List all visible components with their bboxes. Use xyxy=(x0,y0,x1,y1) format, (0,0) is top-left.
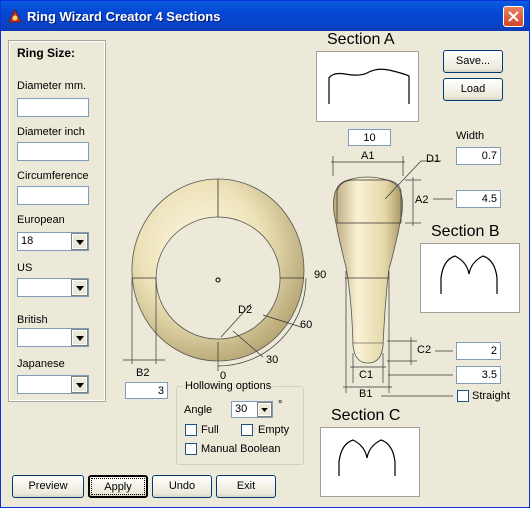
angle-label: Angle xyxy=(184,404,213,416)
angle-select[interactable]: 30 xyxy=(231,401,273,418)
b1-label: B1 xyxy=(359,388,373,400)
empty-label: Empty xyxy=(258,424,290,436)
section-c-title: Section C xyxy=(331,407,401,424)
d1-input[interactable] xyxy=(456,147,501,165)
section-c-curve xyxy=(338,439,396,476)
undo-button[interactable]: Undo xyxy=(152,475,212,498)
preview-button[interactable]: Preview xyxy=(12,475,84,498)
ring-wizard-window: Ring Wizard Creator 4 Sections Ring Size… xyxy=(0,0,530,508)
angle-90-label: 90 xyxy=(314,269,327,281)
d2-label: D2 xyxy=(238,304,253,316)
a2-label: A2 xyxy=(415,194,429,206)
full-checkbox[interactable] xyxy=(185,424,197,436)
a2-input[interactable] xyxy=(456,190,501,208)
angle-dropdown-button[interactable] xyxy=(257,402,272,417)
d1-label: D1 xyxy=(426,153,441,165)
c2-input[interactable] xyxy=(456,342,501,360)
c1-label: C1 xyxy=(359,369,374,381)
b2-label: B2 xyxy=(136,367,150,379)
angle-30-label: 30 xyxy=(266,354,279,366)
manual-boolean-checkbox[interactable] xyxy=(185,443,197,455)
empty-checkbox[interactable] xyxy=(241,424,253,436)
b2-input[interactable] xyxy=(125,382,168,399)
angle-60-label: 60 xyxy=(300,319,313,331)
section-b-preview[interactable] xyxy=(420,243,520,313)
angle-value: 30 xyxy=(235,403,248,415)
hollowing-options-title: Hollowing options xyxy=(183,380,274,392)
apply-button[interactable]: Apply xyxy=(88,475,148,498)
c2-label: C2 xyxy=(417,344,432,356)
hollowing-options-group: Hollowing options Angle 30 ° Full Empty … xyxy=(176,380,304,465)
full-label: Full xyxy=(201,424,219,436)
section-b-title: Section B xyxy=(431,223,500,240)
c1-input[interactable] xyxy=(456,366,501,384)
straight-checkbox[interactable] xyxy=(457,390,469,402)
exit-button[interactable]: Exit xyxy=(216,475,276,498)
section-c-preview[interactable] xyxy=(320,427,420,497)
manual-boolean-label: Manual Boolean xyxy=(201,443,281,455)
a1-label: A1 xyxy=(361,150,375,162)
dropdown-arrow-icon xyxy=(261,408,268,412)
degree-symbol: ° xyxy=(278,399,283,411)
ring-front-view xyxy=(123,178,307,371)
straight-label: Straight xyxy=(472,390,510,402)
section-b-curve xyxy=(440,255,498,294)
